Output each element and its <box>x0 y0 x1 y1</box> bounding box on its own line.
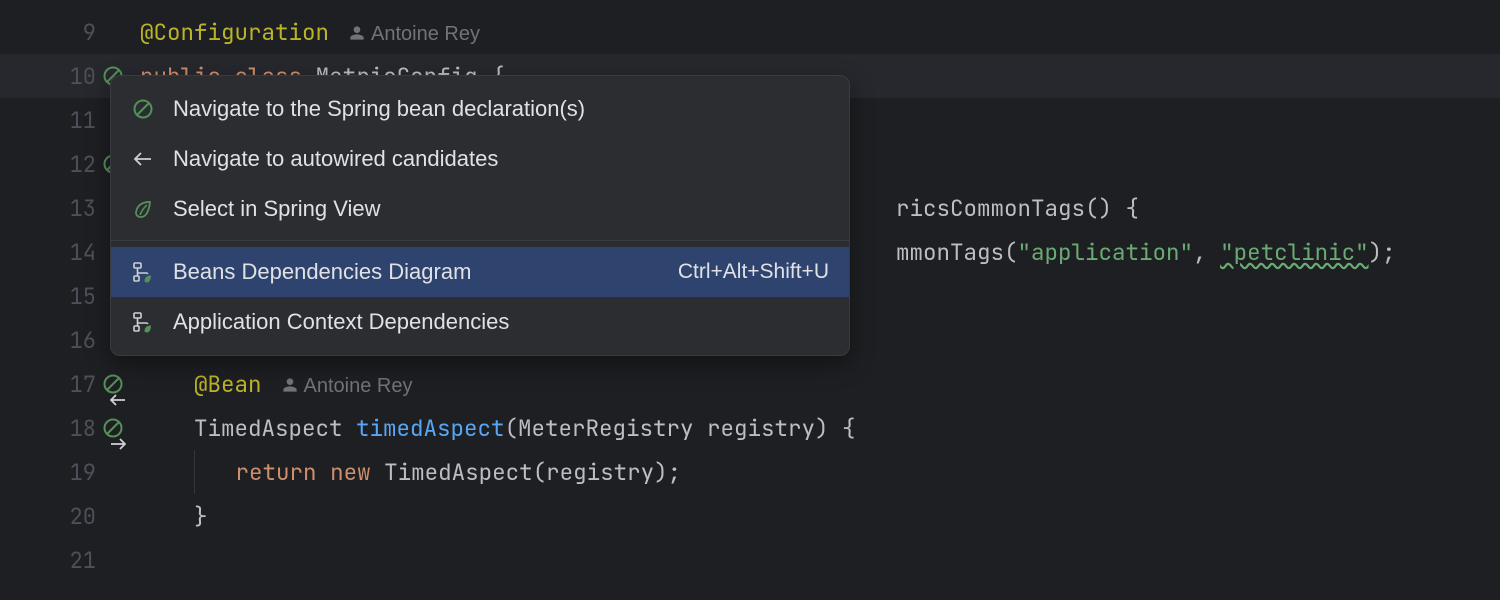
gutter-row: 16 <box>0 318 110 362</box>
gutter-row: 18 <box>0 406 110 450</box>
gutter-row: 20 <box>0 494 110 538</box>
code-line-17: @BeanAntoine Rey <box>140 362 1500 406</box>
line-number: 15 <box>70 282 96 311</box>
gutter-row: 10 <box>0 54 110 98</box>
menu-item-label: Navigate to autowired candidates <box>173 146 829 172</box>
line-number: 10 <box>70 62 96 91</box>
gutter-row: 12 <box>0 142 110 186</box>
code-line-21 <box>140 538 1500 582</box>
line-number: 20 <box>70 502 96 531</box>
menu-item-navigate-autowired[interactable]: Navigate to autowired candidates <box>111 134 849 184</box>
line-number: 18 <box>70 414 96 443</box>
spring-bean-icon <box>131 97 155 121</box>
line-number: 17 <box>70 370 96 399</box>
line-number: 16 <box>70 326 96 355</box>
line-number: 9 <box>83 18 96 47</box>
line-number: 21 <box>70 546 96 575</box>
menu-item-app-context-deps[interactable]: Application Context Dependencies <box>111 297 849 347</box>
gutter-row: 13 <box>0 186 110 230</box>
gutter-row: 9 <box>0 10 110 54</box>
diagram-icon <box>131 260 155 284</box>
code-line-19: return new TimedAspect(registry); <box>140 450 1500 494</box>
menu-item-navigate-bean[interactable]: Navigate to the Spring bean declaration(… <box>111 84 849 134</box>
code-line-20: } <box>140 494 1500 538</box>
menu-item-label: Beans Dependencies Diagram <box>173 259 678 285</box>
line-number: 19 <box>70 458 96 487</box>
code-line-9: @ConfigurationAntoine Rey <box>140 10 1500 54</box>
menu-item-label: Select in Spring View <box>173 196 829 222</box>
gutter-row: 19 <box>0 450 110 494</box>
back-arrow-icon <box>131 147 155 171</box>
navigate-arrow-icon[interactable] <box>110 430 124 444</box>
diagram-icon <box>131 310 155 334</box>
menu-item-beans-diagram[interactable]: Beans Dependencies Diagram Ctrl+Alt+Shif… <box>111 247 849 297</box>
navigate-arrow-icon[interactable] <box>110 386 124 400</box>
author-hint[interactable]: Antoine Rey <box>282 375 413 397</box>
gutter: 9 10 11 12 13 14 15 <box>0 0 110 600</box>
menu-item-label: Application Context Dependencies <box>173 309 829 335</box>
author-hint[interactable]: Antoine Rey <box>349 23 480 45</box>
gutter-row: 14 <box>0 230 110 274</box>
gutter-context-menu: Navigate to the Spring bean declaration(… <box>110 75 850 356</box>
gutter-row: 21 <box>0 538 110 582</box>
menu-item-spring-view[interactable]: Select in Spring View <box>111 184 849 234</box>
gutter-row: 15 <box>0 274 110 318</box>
line-number: 12 <box>70 150 96 179</box>
spring-leaf-icon <box>131 197 155 221</box>
gutter-row: 17 <box>0 362 110 406</box>
line-number: 13 <box>70 194 96 223</box>
menu-item-label: Navigate to the Spring bean declaration(… <box>173 96 829 122</box>
menu-item-shortcut: Ctrl+Alt+Shift+U <box>678 260 829 284</box>
line-number: 14 <box>70 238 96 267</box>
code-line-18: TimedAspect timedAspect(MeterRegistry re… <box>140 406 1500 450</box>
menu-separator <box>111 240 849 241</box>
line-number: 11 <box>70 106 96 135</box>
gutter-row: 11 <box>0 98 110 142</box>
